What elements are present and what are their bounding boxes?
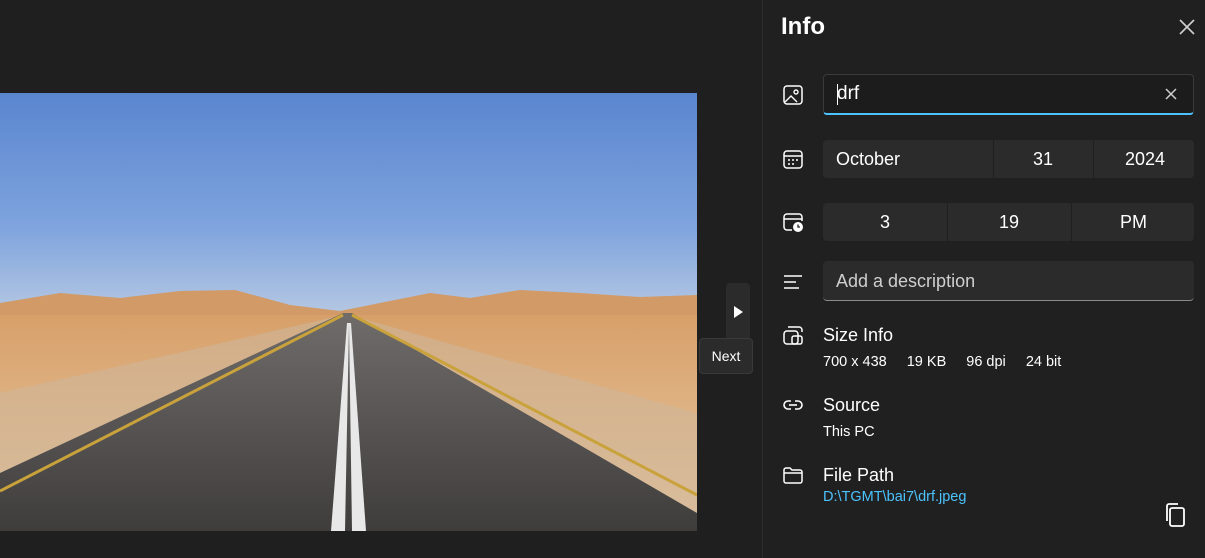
file-path-link[interactable]: D:\TGMT\bai7\drf.jpeg: [823, 489, 966, 505]
dimensions: 700 x 438: [823, 354, 887, 370]
divider: [1071, 203, 1072, 241]
clear-button[interactable]: [1163, 86, 1179, 102]
description-placeholder: Add a description: [836, 271, 976, 291]
source-label: Source: [823, 395, 881, 415]
folder-icon: [783, 467, 803, 484]
close-button[interactable]: [1176, 16, 1198, 38]
copy-path-button[interactable]: [1161, 501, 1189, 529]
play-icon: [734, 306, 743, 318]
image-icon: [783, 85, 803, 105]
next-button[interactable]: [726, 283, 750, 341]
link-icon: [783, 400, 803, 410]
calendar-icon: [783, 150, 803, 169]
clock-calendar-icon: [783, 213, 803, 232]
divider: [1093, 140, 1094, 178]
name-value: drf: [837, 83, 860, 104]
close-icon: [1179, 19, 1195, 35]
copy-icon: [1166, 503, 1185, 527]
date-year[interactable]: 2024: [1125, 140, 1165, 178]
time-ampm[interactable]: PM: [1120, 203, 1147, 241]
date-month[interactable]: October: [836, 140, 900, 178]
time-hour[interactable]: 3: [880, 203, 890, 241]
clear-icon: [1165, 88, 1177, 100]
dpi: 96 dpi: [966, 354, 1006, 370]
time-minute[interactable]: 19: [999, 203, 1019, 241]
name-input[interactable]: drf: [823, 74, 1194, 115]
file-size: 19 KB: [906, 354, 947, 370]
bit-depth: 24 bit: [1025, 354, 1062, 370]
photo: [0, 93, 697, 531]
info-panel: Info drf October 31 2024 3 19 PM Add a d…: [762, 0, 1205, 558]
size-info-label: Size Info: [823, 325, 894, 345]
size-info-values: 700 x 438 19 KB 96 dpi 24 bit: [823, 354, 1077, 370]
description-icon: [784, 275, 802, 289]
divider: [947, 203, 948, 241]
file-path-label: File Path: [823, 465, 895, 485]
source-value: This PC: [823, 424, 875, 440]
size-info-icon: [783, 326, 803, 345]
date-day[interactable]: 31: [1033, 140, 1053, 178]
description-input[interactable]: Add a description: [823, 261, 1194, 301]
divider: [993, 140, 994, 178]
panel-title: Info: [781, 13, 825, 40]
next-tooltip: Next: [699, 338, 753, 374]
time-picker[interactable]: 3 19 PM: [823, 203, 1194, 241]
date-picker[interactable]: October 31 2024: [823, 140, 1194, 178]
image-viewer: Next: [0, 0, 762, 558]
